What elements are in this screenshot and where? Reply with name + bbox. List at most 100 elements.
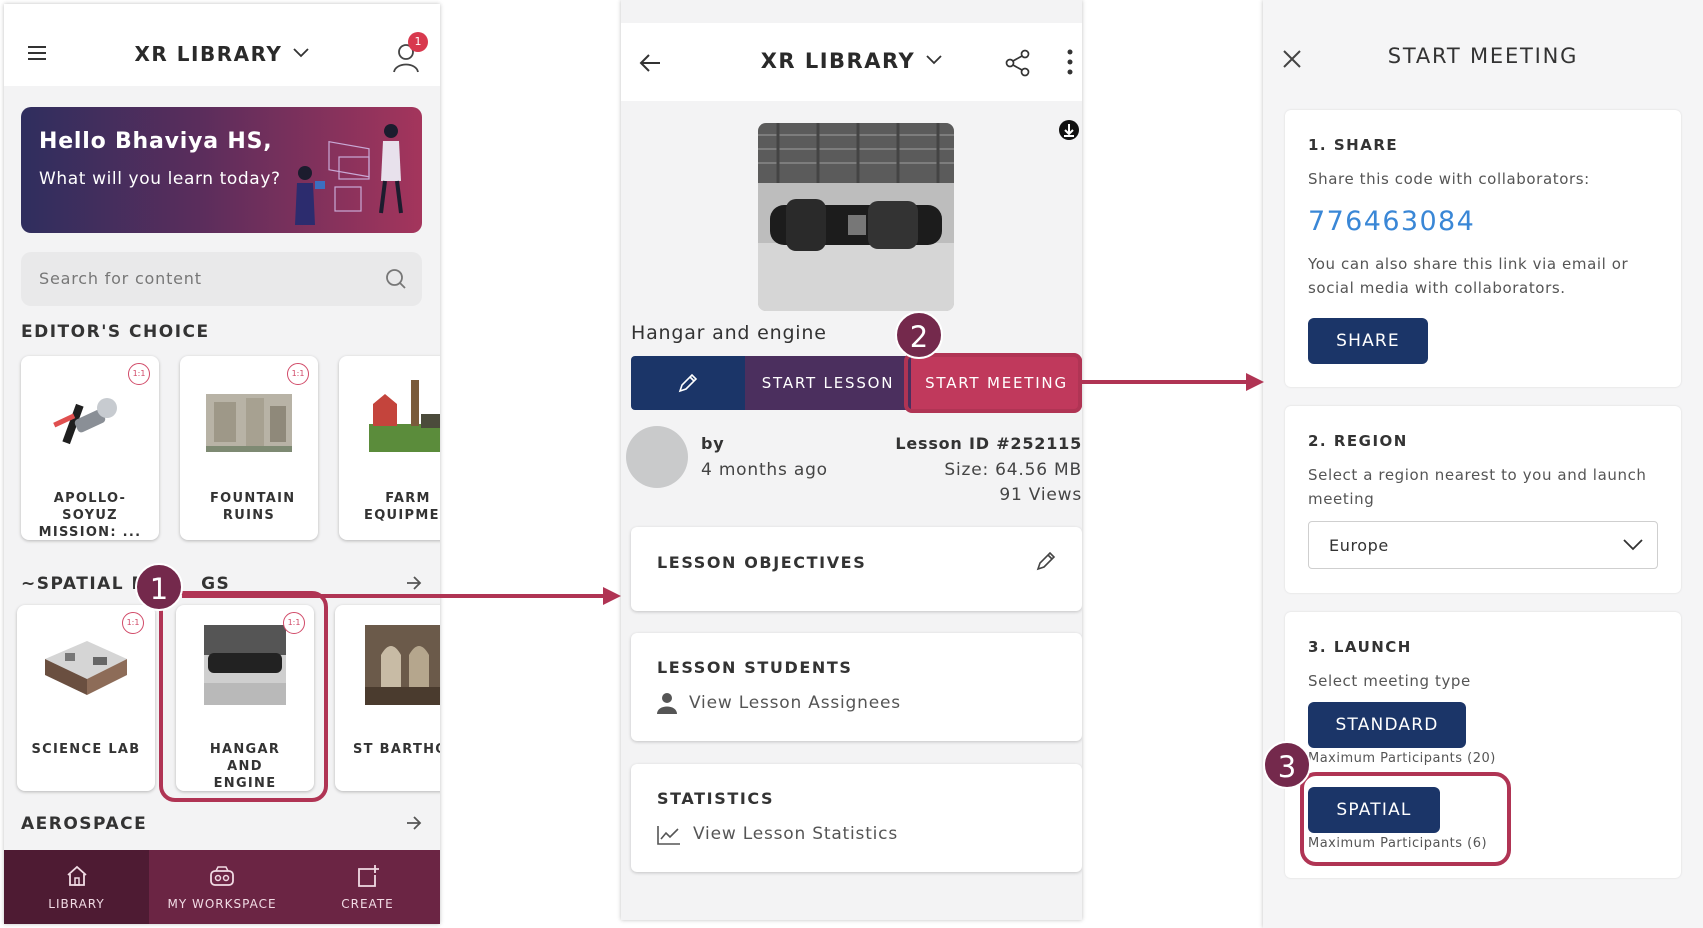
region-instruction-line2: meeting	[1308, 490, 1375, 508]
arrow-right-icon[interactable]	[406, 816, 422, 830]
one-to-one-badge: 1:1	[128, 363, 150, 385]
one-to-one-badge: 1:1	[122, 612, 144, 634]
arrow-head	[1246, 373, 1264, 391]
farm-thumbnail	[369, 380, 440, 452]
meeting-code[interactable]: 776463084	[1308, 206, 1475, 237]
region-heading: 2. REGION	[1308, 432, 1408, 450]
welcome-banner: Hello Bhaviya HS, What will you learn to…	[21, 107, 422, 233]
step-1-marker: 1	[135, 563, 183, 611]
church-thumbnail	[365, 625, 440, 705]
download-icon[interactable]	[1058, 119, 1080, 141]
hangar-card-highlight	[159, 591, 328, 802]
nav-my-workspace[interactable]: MY WORKSPACE	[149, 850, 295, 924]
lesson-objectives-card[interactable]: LESSON OBJECTIVES	[631, 527, 1082, 611]
nav-label: CREATE	[341, 897, 394, 911]
lesson-size: Size: 64.56 MB	[944, 460, 1082, 480]
nav-create[interactable]: CREATE	[295, 850, 440, 924]
title-text: XR LIBRARY	[134, 42, 283, 66]
card-label: ST BARTHOLC	[353, 742, 440, 757]
banner-subtitle: What will you learn today?	[39, 169, 281, 189]
lesson-detail-screen: XR LIBRARY Hangar and engine START LESSO…	[621, 0, 1082, 920]
lesson-id: Lesson ID #252115	[895, 434, 1082, 453]
launch-heading: 3. LAUNCH	[1308, 638, 1412, 656]
standard-max-participants: Maximum Participants (20)	[1308, 751, 1496, 766]
arrow-head	[603, 587, 621, 605]
card-title: LESSON STUDENTS	[657, 658, 853, 677]
page-title: START MEETING	[1387, 44, 1579, 68]
home-icon	[66, 865, 87, 886]
author-avatar	[626, 426, 688, 488]
card-label: APOLLO-SOYUZ MISSION: ...	[38, 491, 142, 540]
bottom-navigation: LIBRARY MY WORKSPACE CREATE	[4, 850, 440, 924]
content-card-farm[interactable]: FARM EQUIPMEN	[339, 356, 440, 540]
arrow-right-icon[interactable]	[406, 576, 422, 590]
share-icon[interactable]	[1005, 49, 1031, 77]
spatial-button-highlight	[1300, 772, 1511, 866]
view-statistics-link[interactable]: View Lesson Statistics	[693, 824, 898, 844]
region-select[interactable]: Europe	[1308, 521, 1658, 569]
more-options-icon[interactable]	[1067, 49, 1073, 75]
view-assignees-link[interactable]: View Lesson Assignees	[689, 693, 901, 713]
chevron-down-icon	[926, 55, 942, 65]
share-section: 1. SHARE Share this code with collaborat…	[1285, 110, 1681, 387]
one-to-one-badge: 1:1	[287, 363, 309, 385]
editors-choice-heading: EDITOR'S CHOICE	[21, 322, 210, 342]
person-icon	[657, 693, 677, 714]
arrow-to-lesson	[182, 594, 604, 598]
pencil-icon	[678, 373, 698, 393]
library-title[interactable]: XR LIBRARY	[4, 42, 440, 66]
title-text: XR LIBRARY	[760, 49, 916, 73]
nav-label: MY WORKSPACE	[167, 897, 277, 911]
vr-illustration	[295, 124, 403, 225]
card-title: STATISTICS	[657, 789, 775, 808]
chevron-down-icon	[293, 48, 310, 58]
chevron-down-icon	[1623, 539, 1643, 551]
pencil-icon[interactable]	[1035, 550, 1057, 572]
region-selected-value: Europe	[1329, 536, 1389, 555]
aerospace-heading[interactable]: AEROSPACE	[21, 814, 147, 834]
content-card-st-bartholomew[interactable]: ST BARTHOLC	[335, 605, 440, 791]
nav-label: LIBRARY	[48, 897, 105, 911]
start-meeting-highlight	[904, 353, 1082, 413]
card-title: LESSON OBJECTIVES	[657, 553, 867, 572]
profile-notification-button[interactable]: 1	[392, 32, 432, 76]
content-card-science-lab[interactable]: 1:1 SCIENCE LAB	[17, 605, 155, 791]
card-label: FOUNTAIN RUINS	[210, 491, 296, 523]
content-card-apollo[interactable]: 1:1 APOLLO-SOYUZ MISSION: ...	[21, 356, 159, 540]
share-instruction: Share this code with collaborators:	[1308, 170, 1590, 188]
headset-icon	[210, 866, 234, 886]
region-instruction-line1: Select a region nearest to you and launc…	[1308, 466, 1647, 484]
banner-greeting: Hello Bhaviya HS,	[39, 129, 273, 154]
arrow-to-meeting	[1082, 380, 1246, 384]
statistics-card[interactable]: STATISTICS View Lesson Statistics	[631, 764, 1082, 872]
lab-thumbnail	[45, 641, 127, 695]
lesson-students-card[interactable]: LESSON STUDENTS View Lesson Assignees	[631, 633, 1082, 741]
edit-button[interactable]	[631, 356, 745, 410]
start-lesson-button[interactable]: START LESSON	[745, 356, 911, 410]
standard-meeting-button[interactable]: STANDARD	[1308, 702, 1466, 748]
author-by: by	[701, 434, 725, 453]
search-input[interactable]: Search for content	[21, 252, 422, 306]
share-heading: 1. SHARE	[1308, 136, 1399, 154]
content-card-fountain[interactable]: 1:1 FOUNTAIN RUINS	[180, 356, 318, 540]
lesson-views: 91 Views	[999, 485, 1082, 505]
step-2-marker: 2	[895, 311, 943, 359]
hangar-engine-image	[758, 123, 954, 311]
author-age: 4 months ago	[701, 460, 828, 480]
share-button[interactable]: SHARE	[1308, 318, 1428, 364]
search-icon[interactable]	[385, 268, 407, 290]
ruins-thumbnail	[206, 394, 292, 452]
share-description-line1: You can also share this link via email o…	[1308, 255, 1629, 273]
share-description-line2: social media with collaborators.	[1308, 279, 1566, 297]
top-bar: XR LIBRARY 1	[4, 4, 440, 86]
lesson-title: Hangar and engine	[631, 322, 827, 344]
card-label: FARM EQUIPMEN	[364, 491, 440, 523]
nav-library[interactable]: LIBRARY	[4, 850, 149, 924]
search-placeholder: Search for content	[39, 269, 202, 288]
top-bar: XR LIBRARY	[621, 23, 1082, 101]
step-3-marker: 3	[1263, 741, 1311, 789]
create-icon	[357, 865, 379, 887]
card-label: SCIENCE LAB	[31, 742, 141, 757]
trend-chart-icon	[657, 826, 680, 845]
notification-badge: 1	[408, 32, 428, 52]
